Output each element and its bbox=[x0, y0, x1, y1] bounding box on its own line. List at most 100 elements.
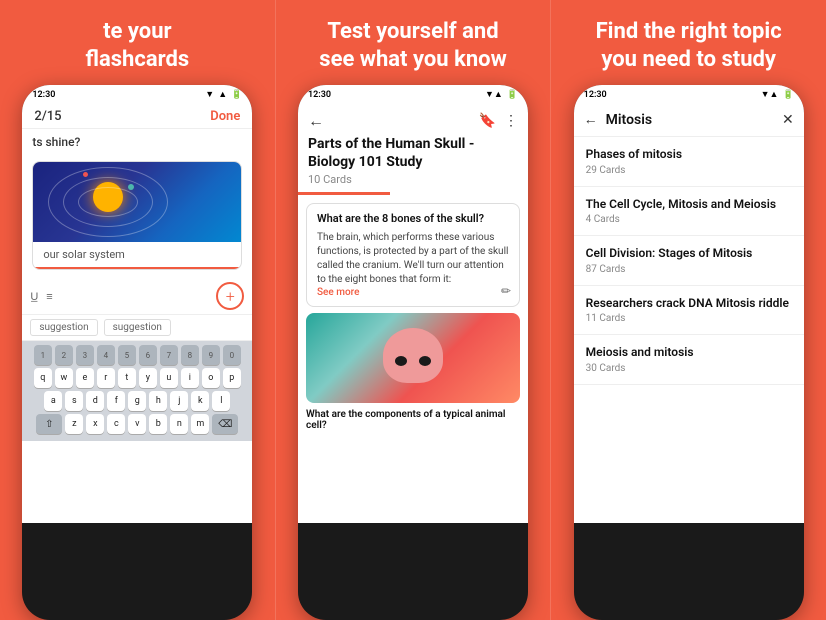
key-w[interactable]: w bbox=[55, 368, 73, 388]
back-button-2[interactable]: ← bbox=[308, 111, 324, 131]
num-row: 1 2 3 4 5 6 7 8 9 0 bbox=[24, 345, 250, 365]
done-button[interactable]: Done bbox=[210, 109, 240, 124]
list-item[interactable]: The Cell Cycle, Mitosis and Meiosis 4 Ca… bbox=[574, 187, 804, 237]
p2-topbar: ← 🔖 ⋮ bbox=[298, 103, 528, 135]
key-backspace[interactable]: ⌫ bbox=[212, 414, 238, 434]
key-c[interactable]: c bbox=[107, 414, 125, 434]
signal-icon: ▼ bbox=[205, 89, 214, 100]
suggestion-2[interactable]: suggestion bbox=[104, 319, 171, 336]
list-icon[interactable]: ≡ bbox=[46, 290, 52, 303]
key-2[interactable]: 2 bbox=[55, 345, 73, 365]
key-d[interactable]: d bbox=[86, 391, 104, 411]
orbit-3 bbox=[48, 167, 168, 237]
key-a[interactable]: a bbox=[44, 391, 62, 411]
progress-bar bbox=[298, 192, 390, 195]
skull-image bbox=[306, 313, 520, 403]
key-shift[interactable]: ⇧ bbox=[36, 414, 62, 434]
key-x[interactable]: x bbox=[86, 414, 104, 434]
key-p[interactable]: p bbox=[223, 368, 241, 388]
key-6[interactable]: 6 bbox=[139, 345, 157, 365]
panel-1: te your flashcards 12:30 ▼ ▲ 🔋 2/15 Done… bbox=[0, 0, 275, 620]
back-button-3[interactable]: ← bbox=[584, 111, 598, 128]
key-s[interactable]: s bbox=[65, 391, 83, 411]
question-text: ts shine? bbox=[22, 129, 252, 153]
key-g[interactable]: g bbox=[128, 391, 146, 411]
action-icons: 🔖 ⋮ bbox=[479, 113, 518, 129]
key-8[interactable]: 8 bbox=[181, 345, 199, 365]
list-item[interactable]: Cell Division: Stages of Mitosis 87 Card… bbox=[574, 236, 804, 286]
answer-input[interactable]: our solar system bbox=[33, 242, 241, 269]
key-0[interactable]: 0 bbox=[223, 345, 241, 365]
underline-icon[interactable]: U̲ bbox=[30, 290, 38, 303]
key-y[interactable]: y bbox=[139, 368, 157, 388]
key-v[interactable]: v bbox=[128, 414, 146, 434]
wifi-icon: ▲ bbox=[218, 89, 227, 100]
signal-icon-2: ▼▲ bbox=[485, 89, 503, 100]
row-qwerty: q w e r t y u i o p bbox=[24, 368, 250, 388]
bookmark-icon[interactable]: 🔖 bbox=[479, 113, 496, 129]
key-h[interactable]: h bbox=[149, 391, 167, 411]
results-list: Phases of mitosis 29 Cards The Cell Cycl… bbox=[574, 137, 804, 385]
close-button[interactable]: ✕ bbox=[782, 112, 794, 128]
item-count-2: 87 Cards bbox=[586, 264, 792, 275]
battery-icon-2: 🔋 bbox=[507, 90, 518, 100]
key-b[interactable]: b bbox=[149, 414, 167, 434]
more-icon[interactable]: ⋮ bbox=[504, 113, 518, 129]
panel-2: Test yourself and see what you know 12:3… bbox=[275, 0, 551, 620]
card-answer: The brain, which performs these various … bbox=[317, 231, 509, 287]
key-i[interactable]: i bbox=[181, 368, 199, 388]
key-1[interactable]: 1 bbox=[34, 345, 52, 365]
see-more-link[interactable]: See more bbox=[317, 287, 509, 298]
key-l[interactable]: l bbox=[212, 391, 230, 411]
key-q[interactable]: q bbox=[34, 368, 52, 388]
list-item[interactable]: Researchers crack DNA Mitosis riddle 11 … bbox=[574, 286, 804, 336]
deck-count: 10 Cards bbox=[298, 173, 528, 192]
status-bar-2: 12:30 ▼▲ 🔋 bbox=[298, 85, 528, 103]
panel-2-heading: Test yourself and see what you know bbox=[301, 0, 524, 85]
p1-topbar: 2/15 Done bbox=[22, 103, 252, 129]
phone-content-3: ← Mitosis ✕ Phases of mitosis 29 Cards T… bbox=[574, 103, 804, 523]
key-u[interactable]: u bbox=[160, 368, 178, 388]
list-item[interactable]: Meiosis and mitosis 30 Cards bbox=[574, 335, 804, 385]
item-title-2: Cell Division: Stages of Mitosis bbox=[586, 246, 792, 262]
row-zxcv: ⇧ z x c v b n m ⌫ bbox=[24, 414, 250, 434]
phone-frame-3: 12:30 ▼▲ 🔋 ← Mitosis ✕ Phases of mitosis… bbox=[574, 85, 804, 620]
item-count-0: 29 Cards bbox=[586, 165, 792, 176]
card-count: 2/15 bbox=[34, 109, 61, 124]
key-7[interactable]: 7 bbox=[160, 345, 178, 365]
suggestions-bar: suggestion suggestion bbox=[22, 314, 252, 341]
time-1: 12:30 bbox=[32, 90, 55, 100]
list-item[interactable]: Phases of mitosis 29 Cards bbox=[574, 137, 804, 187]
time-3: 12:30 bbox=[584, 90, 607, 100]
key-r[interactable]: r bbox=[97, 368, 115, 388]
key-e[interactable]: e bbox=[76, 368, 94, 388]
keyboard[interactable]: 1 2 3 4 5 6 7 8 9 0 q w e r t y bbox=[22, 341, 252, 441]
skull-shape bbox=[383, 328, 443, 383]
key-z[interactable]: z bbox=[65, 414, 83, 434]
key-5[interactable]: 5 bbox=[118, 345, 136, 365]
add-button[interactable]: + bbox=[216, 282, 244, 310]
key-3[interactable]: 3 bbox=[76, 345, 94, 365]
battery-icon: 🔋 bbox=[231, 90, 242, 100]
key-j[interactable]: j bbox=[170, 391, 188, 411]
key-k[interactable]: k bbox=[191, 391, 209, 411]
key-9[interactable]: 9 bbox=[202, 345, 220, 365]
key-f[interactable]: f bbox=[107, 391, 125, 411]
edit-icon[interactable]: ✏ bbox=[501, 284, 511, 298]
card-question: What are the 8 bones of the skull? bbox=[317, 212, 509, 225]
key-m[interactable]: m bbox=[191, 414, 209, 434]
search-title: Mitosis bbox=[606, 112, 774, 128]
skull-eye-right bbox=[419, 356, 431, 366]
next-question: What are the components of a typical ani… bbox=[298, 409, 528, 431]
skull-eye-left bbox=[395, 356, 407, 366]
key-o[interactable]: o bbox=[202, 368, 220, 388]
suggestion-1[interactable]: suggestion bbox=[30, 319, 97, 336]
phone-content-2: ← 🔖 ⋮ Parts of the Human Skull - Biology… bbox=[298, 103, 528, 523]
card-image bbox=[33, 162, 241, 242]
key-t[interactable]: t bbox=[118, 368, 136, 388]
row-asdf: a s d f g h j k l bbox=[24, 391, 250, 411]
item-title-3: Researchers crack DNA Mitosis riddle bbox=[586, 296, 792, 312]
key-n[interactable]: n bbox=[170, 414, 188, 434]
key-4[interactable]: 4 bbox=[97, 345, 115, 365]
item-title-0: Phases of mitosis bbox=[586, 147, 792, 163]
